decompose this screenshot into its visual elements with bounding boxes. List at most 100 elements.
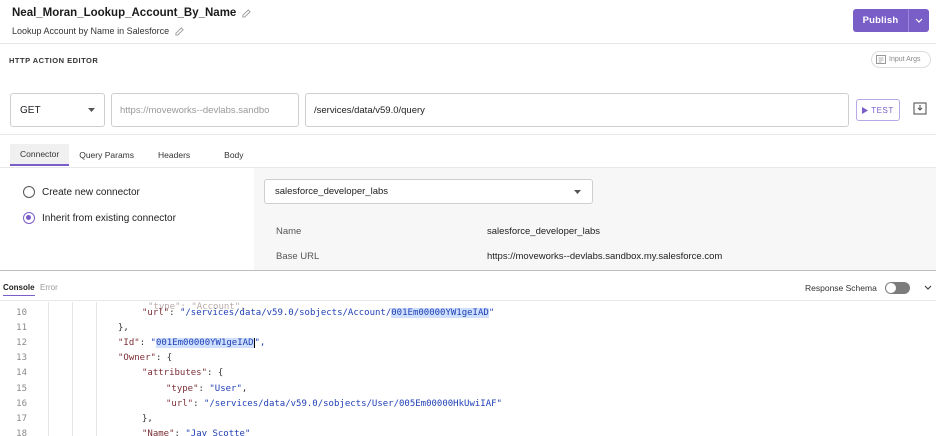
json-punct: { [166,353,173,364]
tab-body[interactable]: Body [208,144,253,166]
json-punct: { [217,368,224,379]
indent-guide [96,302,97,436]
chevron-down-icon [574,190,581,194]
json-punct: : [198,383,210,394]
json-punct: : [155,353,167,364]
pencil-icon[interactable] [175,26,184,36]
radio-button[interactable] [23,186,35,198]
action-subtitle: Lookup Account by Name in Salesforce [12,26,170,36]
chevron-down-icon [88,108,95,112]
base-url-field[interactable]: https://moveworks--devlabs.sandbo [111,93,299,127]
json-string: "/services/data/v59.0/sobjects/User/005E… [203,398,502,409]
json-punct: : [193,398,204,409]
code-text: }, [118,323,129,333]
tab-query-params[interactable]: Query Params [69,144,144,166]
selected-text: 001Em00000YW1geIAD [155,338,255,349]
radio-inherit-connector[interactable]: Inherit from existing connector [23,212,176,224]
code-text: "Name": "Jay Scotte" [142,429,250,436]
indent-guide [72,302,73,436]
editor-label: HTTP ACTION EDITOR [9,56,99,65]
response-schema-toggle[interactable] [885,282,910,294]
line-number: 10 [16,308,27,318]
code-line: 17}, [0,414,936,429]
subtitle-row: Lookup Account by Name in Salesforce [12,26,184,36]
console-output[interactable]: "type": "Account", 10 "url": "/services/d… [0,302,936,436]
title-row: Neal_Moran_Lookup_Account_By_Name [12,7,252,19]
path-input[interactable]: /services/data/v59.0/query [305,93,849,127]
test-label: TEST [871,105,894,115]
json-punct: : [207,368,218,379]
json-key: "url" [142,308,170,318]
json-string: "/services/data/v59.0/sobjects/Account/ [179,308,392,318]
method-select[interactable]: GET [10,93,105,127]
radio-label: Create new connector [42,186,140,198]
json-string: "Jay Scotte" [185,428,251,436]
json-punct: }, [118,323,129,334]
tab-headers[interactable]: Headers [144,144,208,166]
line-number: 17 [16,413,27,424]
json-punct: : [169,308,180,318]
divider [0,134,936,135]
json-punct: : [174,428,186,436]
chevron-down-icon[interactable] [909,9,929,32]
input-args-label: Input Args [889,56,921,63]
json-key: "Id" [118,338,140,349]
json-punct: : [139,338,151,349]
code-line: 16 "url": "/services/data/v59.0/sobjects/… [0,399,936,414]
pencil-icon[interactable] [242,8,252,18]
publish-label[interactable]: Publish [853,9,909,32]
line-number: 11 [16,323,27,334]
top-bar: Neal_Moran_Lookup_Account_By_Name Lookup… [0,0,936,44]
code-text: "url": "/services/data/v59.0/sobjects/Us… [166,399,502,409]
response-schema-label: Response Schema [805,283,877,293]
line-number: 13 [16,353,27,364]
save-icon[interactable] [913,102,927,115]
action-title: Neal_Moran_Lookup_Account_By_Name [12,7,237,19]
json-key: "Owner" [118,353,156,364]
line-number: 15 [16,383,27,394]
method-value: GET [20,104,41,116]
radio-create-connector[interactable]: Create new connector [23,186,140,198]
code-text: "url": "/services/data/v59.0/sobjects/Ac… [142,308,494,318]
json-punct: ", [254,338,266,349]
field-label-base-url: Base URL [276,251,320,262]
line-number: 18 [16,428,27,436]
json-punct: , [241,383,248,394]
editor-tabs: Connector Query Params Headers Body [10,144,254,166]
json-key: "url" [166,398,194,409]
connector-select-value: salesforce_developer_labs [275,186,389,197]
play-icon [862,106,869,114]
tab-error[interactable]: Error [40,283,58,292]
radio-button-selected[interactable] [23,212,35,224]
connector-select[interactable]: salesforce_developer_labs [264,179,593,204]
field-value-name: salesforce_developer_labs [487,226,601,237]
json-punct: " [488,308,495,318]
code-line: 11}, [0,323,936,338]
test-button[interactable]: TEST [856,99,900,121]
json-punct: }, [142,413,153,424]
tab-connector[interactable]: Connector [10,144,70,166]
input-args-button[interactable]: Input Args [871,51,931,68]
code-line: 18 "Name": "Jay Scotte" [0,429,936,436]
publish-button[interactable]: Publish [853,9,929,32]
code-text: }, [142,414,153,424]
line-number: 16 [16,398,27,409]
tab-console[interactable]: Console [3,283,35,296]
code-line: 12 "Id": "001Em00000YW1geIAD", [0,338,936,353]
code-text: "Id": "001Em00000YW1geIAD", [118,338,266,349]
code-text: "attributes": { [142,368,223,378]
code-line-partial: "type": "Account", [148,302,246,312]
radio-label: Inherit from existing connector [42,212,176,224]
json-key: "type" [166,383,199,394]
chevron-down-icon[interactable] [924,285,932,290]
json-key: "attributes" [142,368,208,379]
line-number: 12 [16,338,27,349]
code-line: 13 "Owner": { [0,353,936,368]
code-line: 14 "attributes": { [0,368,936,383]
field-value-base-url: https://moveworks--devlabs.sandbox.my.sa… [487,251,723,262]
indent-guide [48,302,49,436]
input-args-icon [876,55,886,64]
code-text: "type": "User", [166,384,247,394]
code-text: "Owner": { [118,353,172,363]
field-label-name: Name [276,226,302,237]
